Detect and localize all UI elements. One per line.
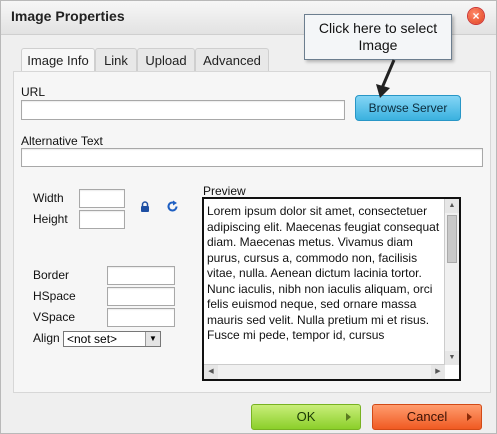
- scroll-right-icon[interactable]: ▶: [431, 365, 445, 379]
- scroll-up-icon[interactable]: ▲: [445, 199, 459, 213]
- callout-line-1: Click here to select: [318, 20, 438, 36]
- hspace-label: HSpace: [33, 289, 76, 303]
- tab-link[interactable]: Link: [95, 48, 137, 72]
- tab-image-info[interactable]: Image Info: [21, 48, 95, 73]
- arrow-right-icon: [346, 413, 351, 421]
- tab-upload[interactable]: Upload: [137, 48, 195, 72]
- width-label: Width: [33, 191, 64, 205]
- dialog-title: Image Properties: [11, 8, 125, 24]
- align-select[interactable]: <not set> ▼: [63, 331, 161, 347]
- tab-advanced[interactable]: Advanced: [195, 48, 269, 72]
- browse-server-button[interactable]: Browse Server: [355, 95, 461, 121]
- alt-text-label: Alternative Text: [21, 134, 103, 148]
- height-label: Height: [33, 212, 68, 226]
- scroll-down-icon[interactable]: ▼: [445, 351, 459, 365]
- vertical-scrollbar[interactable]: ▲ ▼: [444, 199, 459, 365]
- height-input[interactable]: [79, 210, 125, 229]
- preview-label: Preview: [203, 184, 246, 198]
- vspace-label: VSpace: [33, 310, 76, 324]
- scroll-left-icon[interactable]: ◀: [204, 365, 218, 379]
- align-label: Align: [33, 331, 60, 345]
- border-label: Border: [33, 268, 70, 282]
- border-input[interactable]: [107, 266, 175, 285]
- close-icon[interactable]: ×: [468, 8, 484, 24]
- scroll-thumb[interactable]: [447, 215, 457, 263]
- horizontal-scrollbar[interactable]: ◀ ▶: [204, 364, 445, 379]
- align-selected-value: <not set>: [67, 332, 118, 346]
- arrow-right-icon: [467, 413, 472, 421]
- arrow-pointer-icon: [374, 58, 400, 103]
- preview-text: Lorem ipsum dolor sit amet, consectetuer…: [207, 204, 440, 342]
- ok-label: OK: [296, 409, 316, 424]
- vspace-input[interactable]: [107, 308, 175, 327]
- hspace-input[interactable]: [107, 287, 175, 306]
- url-label: URL: [21, 85, 46, 99]
- lock-icon[interactable]: [140, 201, 150, 215]
- url-input[interactable]: [21, 100, 345, 120]
- alt-text-input[interactable]: [21, 148, 483, 167]
- reset-size-icon[interactable]: [166, 200, 179, 216]
- instruction-callout: Click here to select Image: [304, 14, 452, 60]
- ok-button[interactable]: OK: [251, 404, 361, 430]
- preview-box: Lorem ipsum dolor sit amet, consectetuer…: [202, 197, 461, 381]
- width-input[interactable]: [79, 189, 125, 208]
- cancel-label: Cancel: [406, 409, 448, 424]
- cancel-button[interactable]: Cancel: [372, 404, 482, 430]
- callout-line-2: Image: [358, 37, 398, 53]
- chevron-down-icon[interactable]: ▼: [145, 332, 160, 346]
- image-properties-dialog: Image Properties × Image Info Link Uploa…: [0, 0, 497, 434]
